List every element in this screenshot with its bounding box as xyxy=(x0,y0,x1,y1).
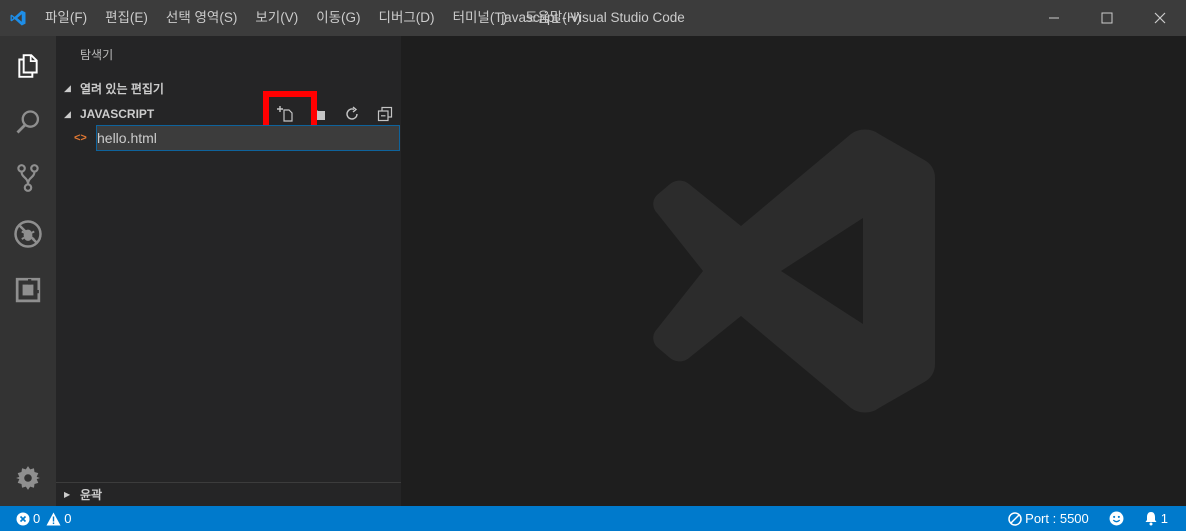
status-bar-right: Port : 5500 1 xyxy=(1008,506,1186,531)
debug-button[interactable] xyxy=(0,206,56,262)
warnings-value: 0 xyxy=(64,511,72,526)
activity-bar xyxy=(0,36,56,506)
menu-bar: 파일(F) 편집(E) 선택 영역(S) 보기(V) 이동(G) 디버그(D) … xyxy=(36,0,590,36)
menu-debug[interactable]: 디버그(D) xyxy=(370,0,444,36)
port-disabled-icon xyxy=(1008,511,1022,526)
editor-area xyxy=(401,36,1186,506)
menu-edit[interactable]: 편집(E) xyxy=(96,0,157,36)
warning-icon xyxy=(46,512,61,525)
gear-icon xyxy=(16,466,40,490)
vscode-watermark-icon xyxy=(653,129,935,413)
collapse-all-button[interactable] xyxy=(368,102,401,126)
html-file-icon: <> xyxy=(74,132,87,144)
errors-count: 0 xyxy=(16,511,40,526)
folder-label: JAVASCRIPT xyxy=(80,107,155,121)
expanded-chevron-icon: ◢ xyxy=(64,108,71,119)
minimize-button[interactable] xyxy=(1027,0,1080,36)
open-editors-label: 열려 있는 편집기 xyxy=(80,81,164,96)
collapse-all-icon xyxy=(377,106,392,122)
smiley-icon xyxy=(1109,511,1124,526)
feedback-button[interactable] xyxy=(1109,511,1124,526)
folder-header[interactable]: ◢ JAVASCRIPT xyxy=(56,102,401,126)
window-controls xyxy=(1027,0,1186,36)
maximize-icon xyxy=(1101,12,1112,24)
menu-help[interactable]: 도움말(H) xyxy=(516,0,590,36)
close-icon xyxy=(1154,12,1165,24)
explorer-icon xyxy=(18,54,38,78)
close-button[interactable] xyxy=(1133,0,1186,36)
source-control-icon xyxy=(17,164,39,192)
outline-label: 윤곽 xyxy=(80,488,103,502)
search-icon xyxy=(16,110,40,134)
menu-file[interactable]: 파일(F) xyxy=(36,0,96,36)
extensions-button[interactable] xyxy=(0,262,56,318)
title-bar: 파일(F) 편집(E) 선택 영역(S) 보기(V) 이동(G) 디버그(D) … xyxy=(0,0,1186,36)
explorer-button[interactable] xyxy=(0,38,56,94)
error-icon xyxy=(16,512,30,525)
bell-icon xyxy=(1145,512,1157,526)
port-label: Port : 5500 xyxy=(1025,511,1089,526)
sidebar-title: 탐색기 xyxy=(80,48,114,62)
vscode-logo-icon xyxy=(0,0,36,36)
live-server-port[interactable]: Port : 5500 xyxy=(1008,511,1089,526)
menu-view[interactable]: 보기(V) xyxy=(246,0,307,36)
new-file-row: <> xyxy=(56,125,401,151)
menu-terminal[interactable]: 터미널(T) xyxy=(444,0,517,36)
refresh-icon xyxy=(345,106,358,120)
problems-indicator[interactable]: 0 0 xyxy=(16,506,77,531)
new-file-name-input[interactable] xyxy=(96,125,400,151)
open-editors-header[interactable]: ◢ 열려 있는 편집기 xyxy=(56,76,401,100)
notifications-button[interactable]: 1 xyxy=(1144,511,1168,526)
search-button[interactable] xyxy=(0,94,56,150)
minimize-icon xyxy=(1048,17,1059,19)
collapsed-chevron-icon: ▶ xyxy=(64,490,71,499)
maximize-button[interactable] xyxy=(1080,0,1133,36)
warnings-count: 0 xyxy=(46,511,71,526)
extensions-icon xyxy=(15,277,41,303)
notifications-count: 1 xyxy=(1160,511,1168,526)
source-control-button[interactable] xyxy=(0,150,56,206)
explorer-sidebar: 탐색기 ◢ 열려 있는 편집기 ◢ JAVASCRIPT <> hello.ht… xyxy=(56,36,401,506)
outline-header[interactable]: ▶ 윤곽 xyxy=(56,482,401,506)
debug-icon xyxy=(14,220,42,248)
errors-value: 0 xyxy=(33,511,41,526)
refresh-button[interactable] xyxy=(335,102,368,126)
menu-selection[interactable]: 선택 영역(S) xyxy=(157,0,246,36)
menu-go[interactable]: 이동(G) xyxy=(307,0,369,36)
status-bar: 0 0 Port : 5500 1 xyxy=(0,506,1186,531)
manage-button[interactable] xyxy=(0,450,56,506)
expanded-chevron-icon: ◢ xyxy=(64,82,71,93)
